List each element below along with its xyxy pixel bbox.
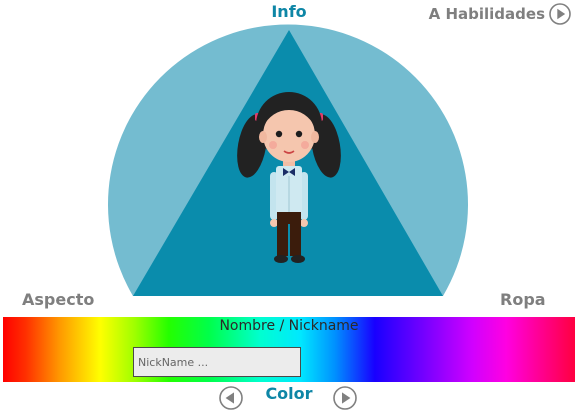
nickname-input[interactable] xyxy=(133,347,301,377)
color-next-icon[interactable] xyxy=(333,386,357,410)
color-prev-icon[interactable] xyxy=(219,386,243,410)
color-title: Color xyxy=(265,384,313,403)
nickname-label: Nombre / Nickname xyxy=(219,318,359,334)
tab-ropa[interactable]: Ropa xyxy=(500,290,546,309)
tab-aspecto[interactable]: Aspecto xyxy=(22,290,94,309)
